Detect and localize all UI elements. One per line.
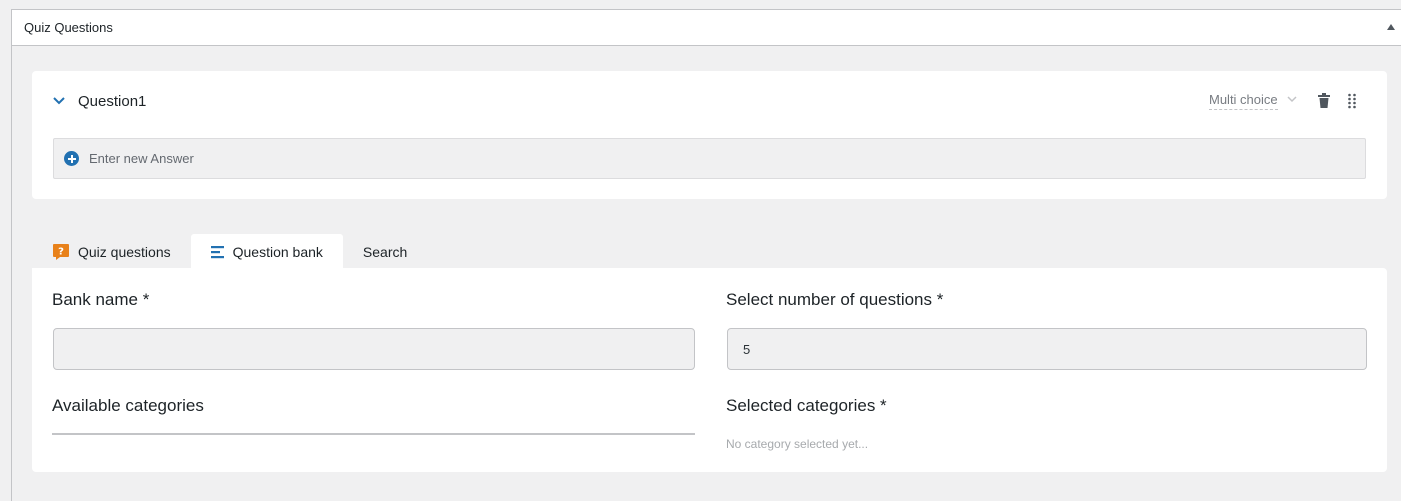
- question-card: Question1 Multi choice: [32, 71, 1387, 199]
- selected-categories-label: Selected categories *: [726, 396, 887, 415]
- tab-question-bank[interactable]: Question bank: [190, 234, 343, 269]
- chevron-down-icon[interactable]: [1287, 96, 1297, 103]
- bank-name-input[interactable]: [53, 328, 695, 370]
- available-categories-label: Available categories: [52, 396, 204, 415]
- question-bank-form: Bank name * Select number of questions *…: [32, 268, 1387, 472]
- tab-quiz-questions[interactable]: ? Quiz questions: [32, 234, 191, 269]
- question-title[interactable]: Question1: [78, 93, 146, 110]
- tab-search[interactable]: Search: [343, 234, 427, 269]
- drag-handle-icon[interactable]: [1347, 93, 1357, 109]
- add-circle-icon[interactable]: [64, 151, 79, 166]
- list-lines-icon: [210, 245, 225, 259]
- new-answer-row: [53, 138, 1366, 179]
- question-badge-icon: ?: [52, 243, 70, 261]
- tab-label: Search: [362, 243, 408, 260]
- question-tabs: ? Quiz questions Question bank Search: [32, 234, 427, 269]
- bank-name-label: Bank name *: [52, 290, 150, 309]
- panel-title: Quiz Questions: [24, 20, 113, 35]
- num-questions-label: Select number of questions *: [726, 290, 944, 309]
- num-questions-input[interactable]: [727, 328, 1367, 370]
- panel-header[interactable]: Quiz Questions: [12, 10, 1401, 46]
- trash-icon[interactable]: [1317, 93, 1331, 109]
- svg-text:?: ?: [58, 246, 64, 257]
- collapse-arrow-icon[interactable]: [1387, 24, 1395, 30]
- new-answer-input[interactable]: [89, 151, 689, 166]
- no-category-note: No category selected yet...: [726, 437, 869, 451]
- chevron-down-icon[interactable]: [52, 96, 66, 106]
- available-categories-list[interactable]: [52, 433, 695, 435]
- tab-label: Question bank: [232, 243, 323, 260]
- question-type-select[interactable]: Multi choice: [1209, 92, 1278, 110]
- tab-label: Quiz questions: [78, 243, 171, 260]
- quiz-questions-panel: Quiz Questions Question1 Multi choice En…: [11, 9, 1401, 501]
